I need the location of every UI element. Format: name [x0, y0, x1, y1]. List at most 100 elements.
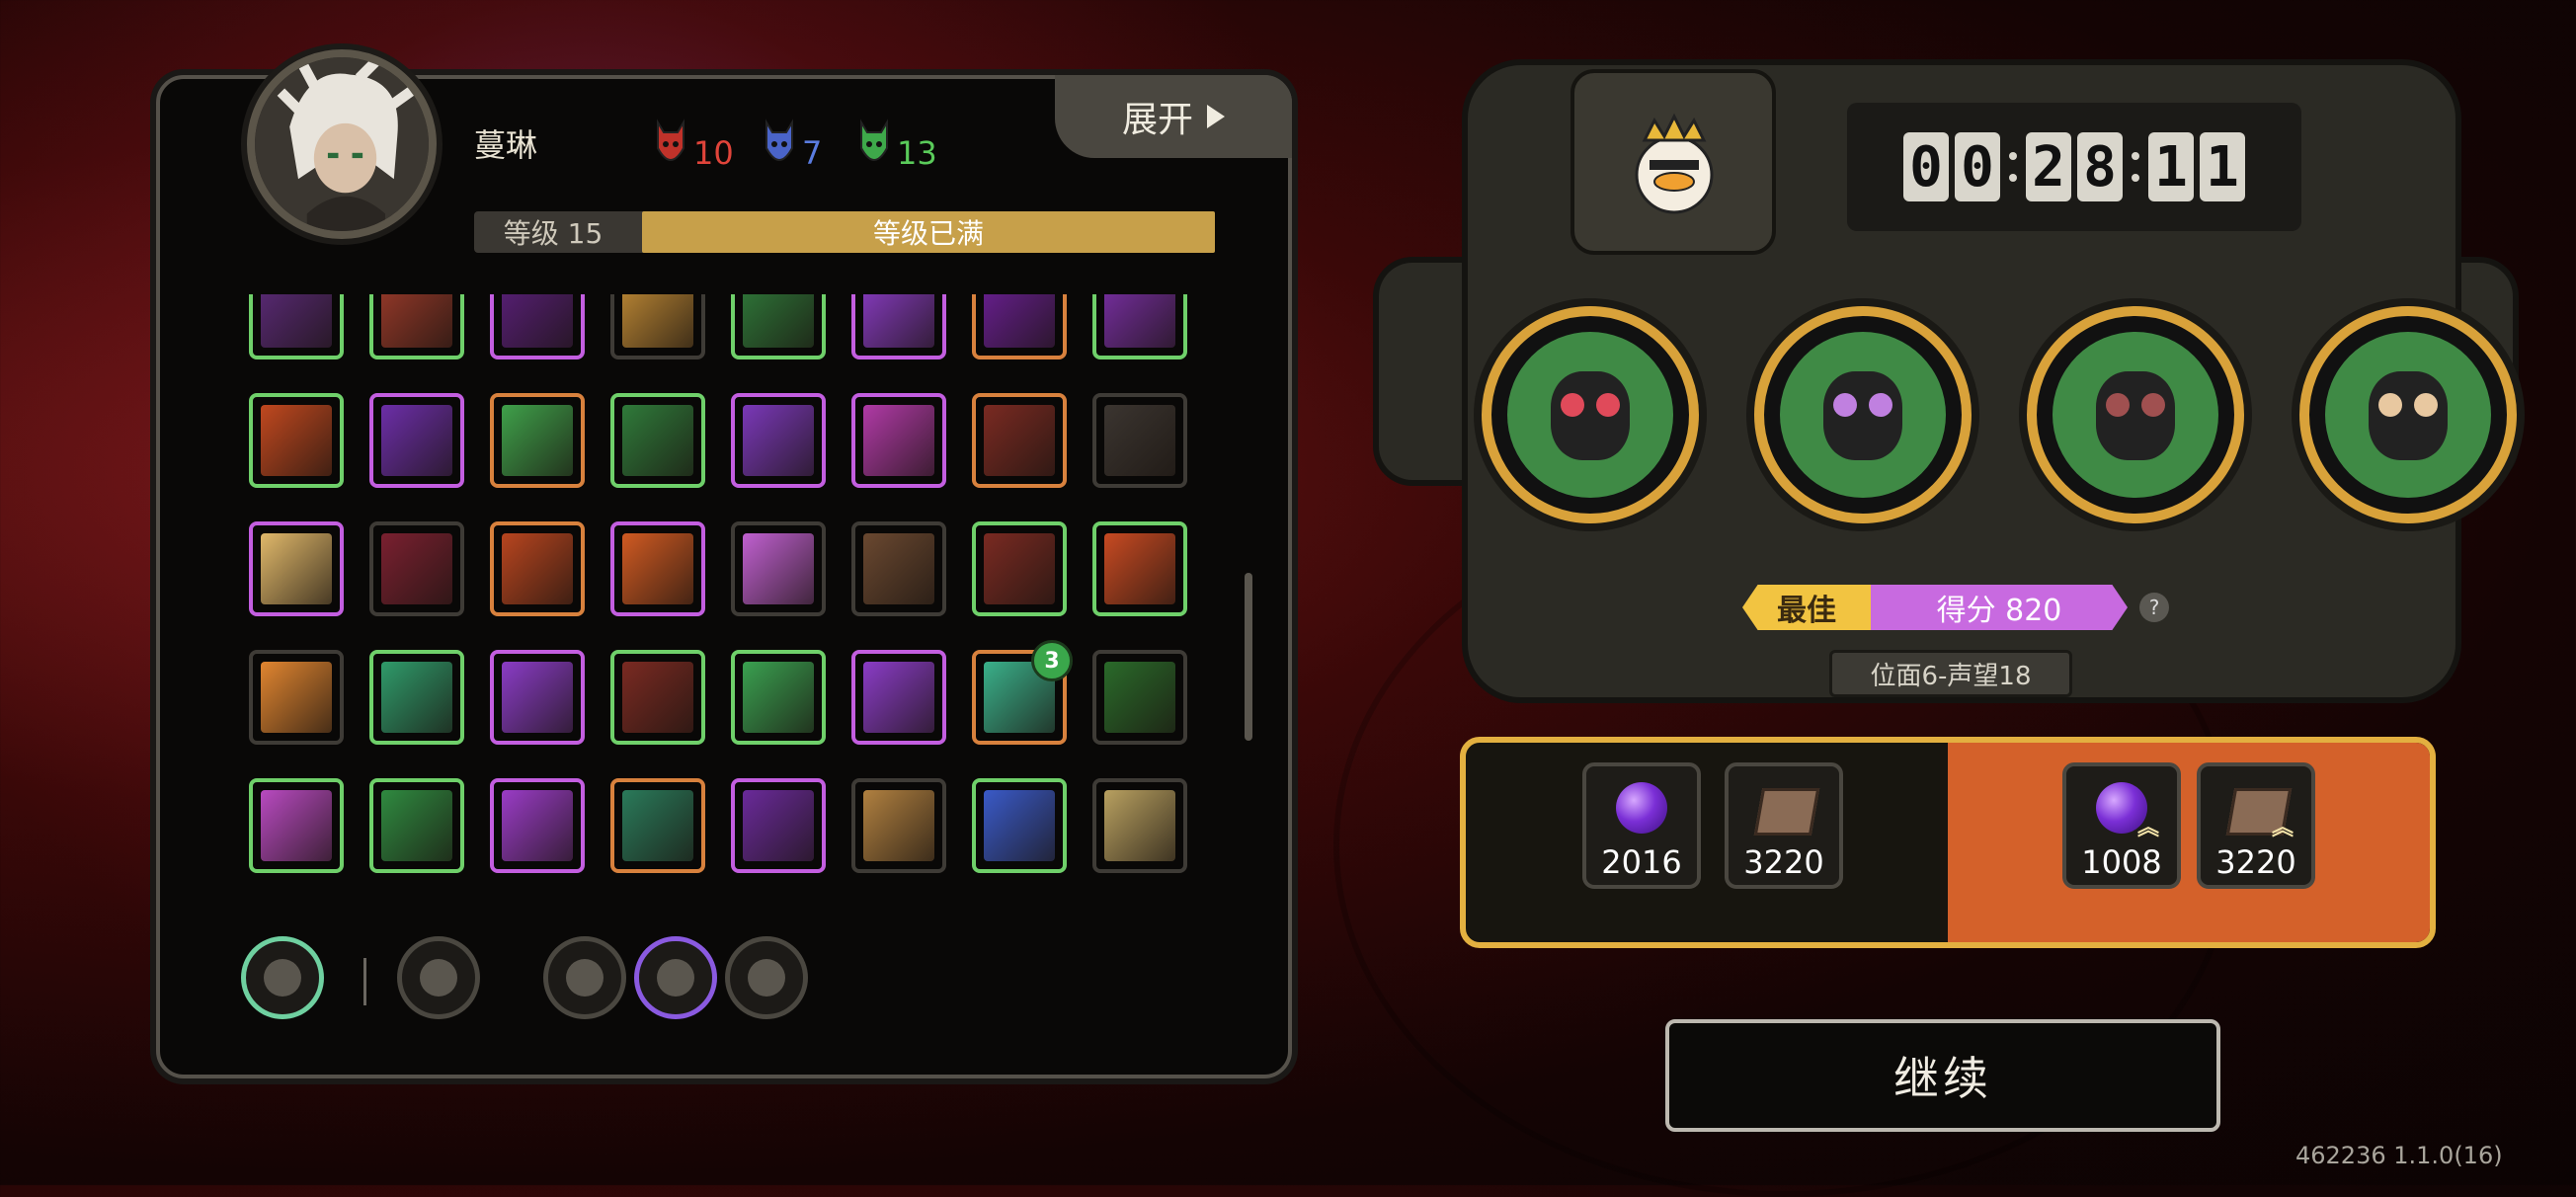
timer-hours: 0 0 [1903, 132, 2000, 201]
skill-slot[interactable] [249, 521, 344, 616]
crowned-duck-icon [1635, 113, 1714, 214]
skill-slot[interactable] [972, 393, 1067, 488]
score-value: 得分 820 [1871, 585, 2128, 630]
character-portrait[interactable] [247, 49, 437, 239]
skill-slot[interactable] [731, 521, 826, 616]
purple-orb-icon [1616, 782, 1667, 834]
triangle-item[interactable] [543, 936, 626, 1019]
best-tag: 最佳 [1742, 585, 1871, 630]
reward-orb[interactable]: 2016 [1582, 762, 1701, 889]
crowned-demon-companion[interactable] [1754, 306, 1972, 523]
reward-value: 1008 [2081, 843, 2162, 881]
chevron-up-icon: ︽ [2137, 816, 2160, 840]
timer-digit: 0 [1955, 132, 2000, 201]
skill-icon [984, 533, 1055, 604]
stat-blue-value: 7 [802, 134, 823, 172]
skill-slot[interactable] [731, 650, 826, 745]
skill-slot[interactable] [610, 521, 705, 616]
bonus-reward-orb[interactable]: ︽ 1008 [2062, 762, 2181, 889]
skill-icon [863, 790, 934, 861]
expand-button[interactable]: 展开 [1055, 75, 1292, 158]
skill-slot[interactable] [610, 650, 705, 745]
heart-icon [657, 959, 694, 997]
bug-companion[interactable] [1482, 306, 1699, 523]
skill-slot[interactable] [731, 778, 826, 873]
skill-slot[interactable] [490, 778, 585, 873]
skill-slot[interactable] [369, 521, 464, 616]
receipt-item[interactable] [725, 936, 808, 1019]
skill-slot[interactable] [610, 393, 705, 488]
skill-slot[interactable] [851, 393, 946, 488]
skill-slot[interactable]: 3 [972, 640, 1073, 745]
skill-slot[interactable] [972, 294, 1067, 359]
skill-slot[interactable] [610, 778, 705, 873]
skill-icon [863, 533, 934, 604]
reward-book[interactable]: 3220 [1725, 762, 1843, 889]
scroll-item[interactable] [397, 936, 480, 1019]
skill-slot[interactable] [490, 294, 585, 359]
skill-slot[interactable] [851, 294, 946, 359]
skill-slot[interactable] [490, 521, 585, 616]
heart-item[interactable] [634, 936, 717, 1019]
crowned-demon-icon [1780, 332, 1946, 498]
skill-slot[interactable] [249, 778, 344, 873]
compass-item[interactable] [241, 936, 324, 1019]
skill-slot[interactable] [972, 778, 1067, 873]
skills-scrollbar[interactable] [1245, 573, 1252, 741]
timer-seconds: 1 1 [2148, 132, 2245, 201]
skill-icon [863, 662, 934, 733]
skill-slot[interactable] [249, 650, 344, 745]
skill-icon [261, 294, 332, 348]
bonus-rewards-area [1948, 743, 2430, 942]
skill-slot[interactable] [851, 778, 946, 873]
level-status: 等级已满 [642, 211, 1215, 253]
skill-slot[interactable] [731, 294, 826, 359]
timer-colon [2131, 132, 2140, 201]
expand-label: 展开 [1121, 100, 1193, 140]
skill-icon [622, 662, 693, 733]
continue-button[interactable]: 继续 [1665, 1019, 2220, 1132]
help-icon[interactable]: ? [2139, 593, 2169, 622]
skill-slot[interactable] [369, 393, 464, 488]
skill-slot[interactable] [369, 294, 464, 359]
stat-green: 13 [857, 113, 937, 172]
skill-slot[interactable] [369, 650, 464, 745]
skill-slot[interactable] [1092, 393, 1187, 488]
skill-slot[interactable] [249, 393, 344, 488]
skill-slot[interactable] [369, 778, 464, 873]
character-panel: 蔓琳 10 7 13 展开 等级 15 等级已满 3 [156, 49, 1292, 1078]
stat-red: 10 [654, 113, 734, 172]
book-icon [1753, 788, 1820, 836]
skill-icon [502, 662, 573, 733]
rewards-panel: 2016 3220 ︽ 1008 ︽ 3220 [1460, 737, 2436, 948]
glasses-companion[interactable] [2299, 306, 2517, 523]
compass-icon [264, 959, 301, 997]
skill-icon [984, 294, 1055, 348]
skill-icon [261, 533, 332, 604]
skill-slot[interactable] [972, 521, 1067, 616]
arrow-right-icon [1207, 105, 1225, 128]
skill-slot[interactable] [851, 521, 946, 616]
timer-digit: 8 [2077, 132, 2123, 201]
skill-slot[interactable] [490, 393, 585, 488]
skill-slot[interactable] [490, 650, 585, 745]
boss-portrait[interactable] [1570, 69, 1776, 255]
reward-value: 2016 [1601, 843, 1682, 881]
skill-icon [743, 294, 814, 348]
skill-slot[interactable] [851, 650, 946, 745]
skill-slot[interactable] [1092, 521, 1187, 616]
stat-red-value: 10 [693, 134, 734, 172]
skill-slot[interactable] [1092, 778, 1187, 873]
hooded-companion[interactable] [2027, 306, 2244, 523]
skill-slot[interactable] [731, 393, 826, 488]
skill-icon [261, 405, 332, 476]
skill-slot[interactable] [1092, 650, 1187, 745]
skill-slot[interactable] [1092, 294, 1187, 359]
skill-icon [381, 405, 452, 476]
character-name: 蔓琳 [474, 126, 538, 164]
skill-slot[interactable] [610, 294, 705, 359]
skill-icon [261, 790, 332, 861]
skill-icon [381, 790, 452, 861]
skill-slot[interactable] [249, 294, 344, 359]
bonus-reward-book[interactable]: ︽ 3220 [2197, 762, 2315, 889]
